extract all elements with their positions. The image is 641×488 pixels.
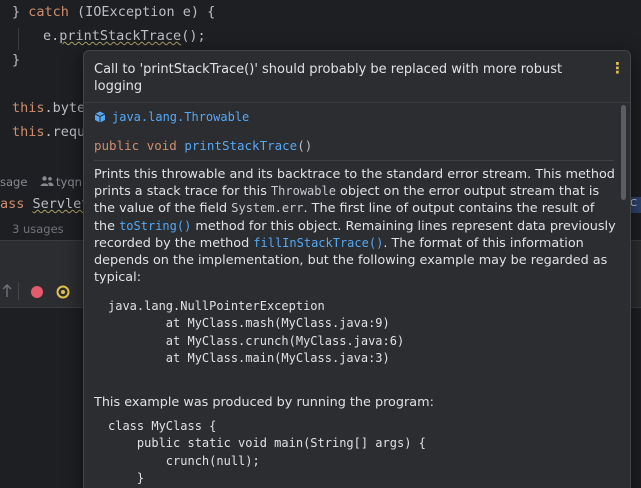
example-paragraph: This example was produced by running the… [94, 395, 434, 410]
fill-in-stack-trace-link[interactable]: fillInStackTrace() [253, 236, 383, 250]
popup-scrollbar[interactable] [621, 105, 626, 200]
indent-guide [18, 28, 19, 50]
warning-highlight[interactable]: printStackTrace [59, 28, 181, 44]
inspection-message: Call to 'printStackTrace()' should proba… [94, 62, 563, 94]
record-icon[interactable] [55, 284, 71, 304]
class-cube-icon [94, 111, 106, 123]
usages-hint[interactable]: 3 usages [12, 222, 64, 236]
code-line-closing-brace: } [12, 52, 21, 68]
inlay-hint-row: sage tyqn [0, 172, 90, 192]
method-signature: public void printStackTrace() [94, 138, 313, 153]
method-description: Prints this throwable and its backtrace … [94, 167, 616, 286]
code-line-this-byte: this.byte [12, 100, 86, 116]
quick-documentation-popup[interactable]: Call to 'printStackTrace()' should proba… [83, 50, 631, 488]
code-line-catch: } catch (IOException e) { [12, 4, 216, 20]
popup-header: Call to 'printStackTrace()' should proba… [84, 51, 630, 103]
arrow-up-icon[interactable] [2, 283, 12, 303]
toolbar-separator [18, 282, 19, 300]
kebab-menu-icon[interactable]: ⋮ [610, 59, 625, 77]
stop-recording-icon[interactable] [29, 284, 45, 304]
class-reference[interactable]: java.lang.Throwable [94, 110, 249, 128]
code-line-class-servlet: ass Servlet [0, 196, 90, 212]
usage-hint[interactable]: sage [0, 175, 27, 189]
author-hint[interactable]: tyqn [56, 175, 82, 189]
author-icon [40, 175, 54, 190]
class-reference-link[interactable]: java.lang.Throwable [112, 110, 249, 124]
example-program: class MyClass { public static void main(… [108, 419, 426, 485]
example-stack-trace: java.lang.NullPointerException at MyClas… [108, 299, 405, 365]
code-line-this-requ: this.requ [12, 124, 86, 140]
code-line-print-stack-trace[interactable]: e.printStackTrace(); [43, 28, 206, 44]
tostring-link[interactable]: toString() [119, 219, 191, 233]
signature-divider [94, 160, 614, 161]
documentation-body[interactable]: java.lang.Throwable public void printSta… [84, 103, 620, 488]
